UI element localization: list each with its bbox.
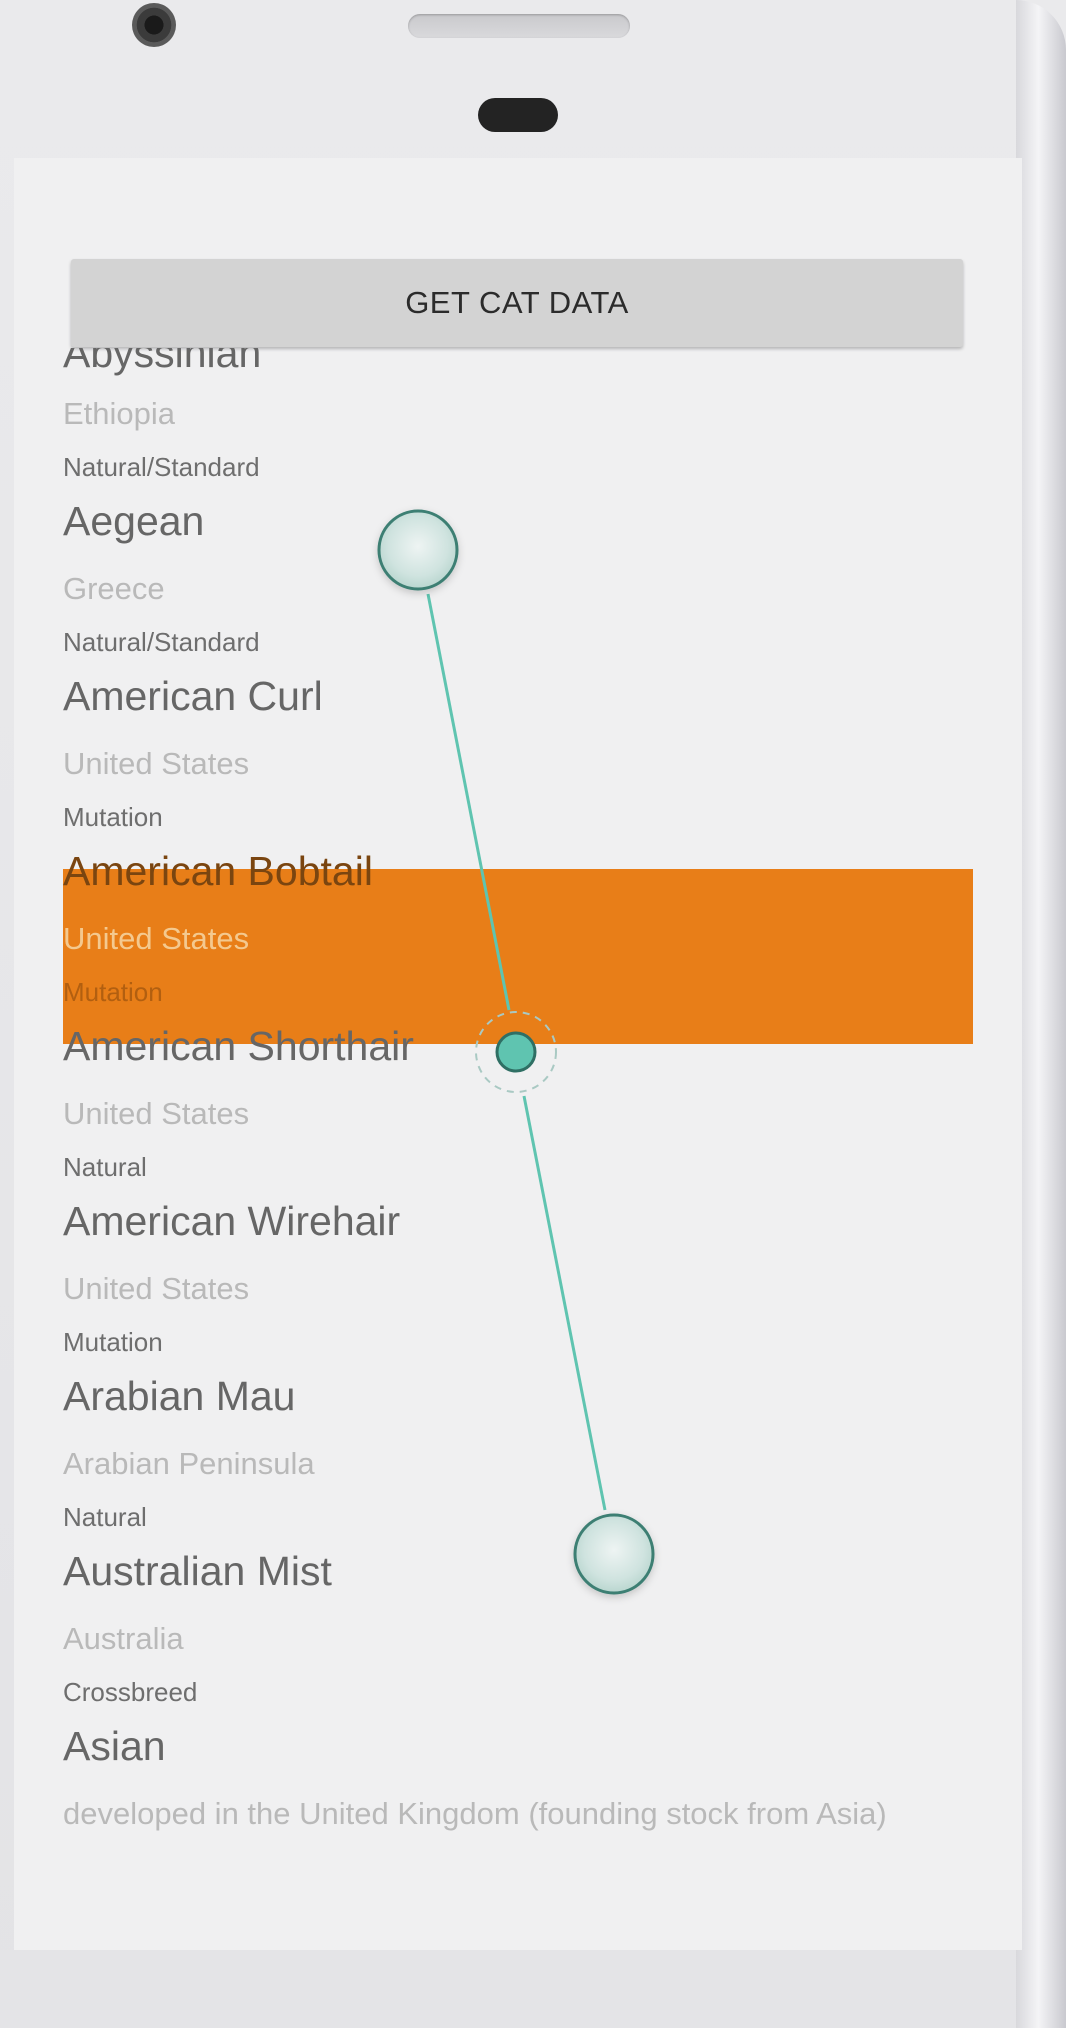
breed-name-aegean[interactable]: Aegean: [63, 498, 204, 545]
breed-name-american-shorthair[interactable]: American Shorthair: [63, 1023, 414, 1070]
earpiece-speaker: [408, 14, 630, 38]
cat-breed-list[interactable]: Abyssinian Ethiopia Natural/Standard Aeg…: [14, 348, 1022, 1950]
proximity-sensor: [478, 98, 558, 132]
breed-origin: Arabian Peninsula: [63, 1446, 315, 1481]
breed-type: Mutation: [63, 1327, 163, 1357]
front-camera-icon: [132, 3, 176, 47]
breed-type: Mutation: [63, 977, 163, 1007]
breed-origin: Australia: [63, 1621, 184, 1656]
device-frame: GET CAT DATA Abyssinian Ethiopia Natural…: [0, 0, 1066, 2028]
breed-origin: United States: [63, 1096, 250, 1131]
breed-type: Natural: [63, 1502, 147, 1532]
breed-type: Natural: [63, 1152, 147, 1182]
device-bottom-bezel: [0, 1950, 1016, 2028]
breed-name-american-curl[interactable]: American Curl: [63, 673, 323, 720]
breed-type: Natural/Standard: [63, 627, 260, 657]
breed-type: Crossbreed: [63, 1677, 198, 1707]
breed-name-asian[interactable]: Asian: [63, 1723, 166, 1770]
breed-origin: United States: [63, 921, 250, 956]
breed-origin: Ethiopia: [63, 396, 176, 431]
get-cat-data-button[interactable]: GET CAT DATA: [71, 259, 963, 347]
breed-type: Mutation: [63, 802, 163, 832]
breed-name-american-wirehair[interactable]: American Wirehair: [63, 1198, 400, 1245]
breed-origin: developed in the United Kingdom (foundin…: [63, 1796, 887, 1831]
breed-origin: United States: [63, 1271, 250, 1306]
breed-name-australian-mist[interactable]: Australian Mist: [63, 1548, 332, 1595]
device-edge: [1016, 0, 1066, 2028]
breed-name-abyssinian[interactable]: Abyssinian: [63, 348, 261, 377]
app-screen: GET CAT DATA Abyssinian Ethiopia Natural…: [14, 158, 1022, 1950]
breed-name-american-bobtail[interactable]: American Bobtail: [63, 848, 373, 895]
breed-name-arabian-mau[interactable]: Arabian Mau: [63, 1373, 295, 1420]
breed-origin: Greece: [63, 571, 165, 606]
breed-type: Natural/Standard: [63, 452, 260, 482]
breed-origin: United States: [63, 746, 250, 781]
